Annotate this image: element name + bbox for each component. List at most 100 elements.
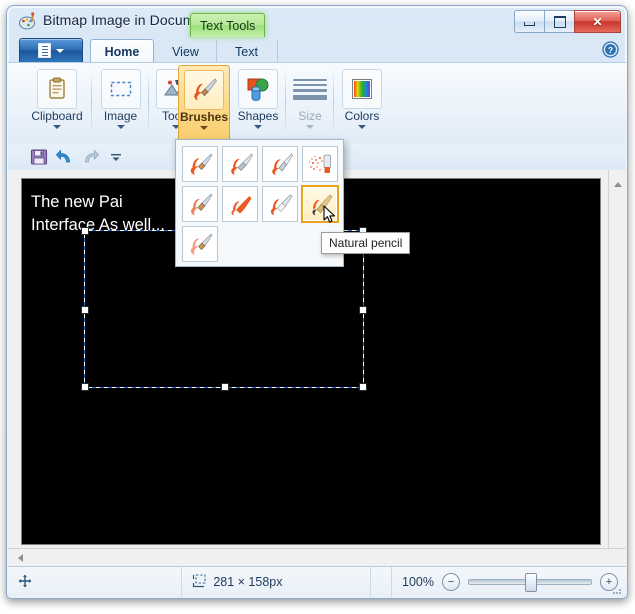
zoom-slider[interactable] <box>468 573 592 592</box>
maximize-button[interactable] <box>544 10 574 33</box>
color-palette-icon <box>352 79 372 99</box>
status-position-cell <box>8 567 183 597</box>
airbrush-glyph <box>308 154 331 173</box>
resize-handle-se[interactable] <box>359 383 367 391</box>
zoom-out-glyph: − <box>447 575 455 588</box>
brushes-chevron-down-icon[interactable] <box>200 126 208 130</box>
oil-brush-glyph <box>191 193 213 215</box>
selection-icon <box>108 76 134 102</box>
paint-window-root: Bitmap Image in Docume... Text Tools ✕ H… <box>0 0 635 614</box>
clipboard-chevron-down-icon[interactable] <box>53 125 61 129</box>
colors-button[interactable] <box>342 69 382 109</box>
resize-handle-w[interactable] <box>81 306 89 314</box>
tab-text-label: Text <box>235 44 258 59</box>
svg-text:?: ? <box>608 45 613 55</box>
size-button[interactable] <box>289 69 331 109</box>
zoom-slider-thumb[interactable] <box>525 573 537 592</box>
size-chevron-down-icon <box>306 125 314 129</box>
clipboard-button[interactable] <box>37 69 77 109</box>
move-cursor-icon <box>18 574 32 591</box>
resize-handle-e[interactable] <box>359 306 367 314</box>
brushes-flyout-panel[interactable] <box>175 139 344 267</box>
chevron-down-icon <box>56 48 64 53</box>
image-size-text: 281 × 158px <box>213 575 283 589</box>
colors-label: Colors <box>344 109 380 123</box>
brush-item-airbrush[interactable] <box>302 146 338 182</box>
image-label: Image <box>103 109 138 123</box>
ribbon-group-clipboard[interactable]: Clipboard <box>22 65 92 141</box>
undo-icon[interactable] <box>55 148 74 166</box>
shapes-chevron-down-icon[interactable] <box>254 125 262 129</box>
help-icon[interactable]: ? <box>602 41 619 58</box>
close-icon: ✕ <box>592 14 603 29</box>
clipboard-label: Clipboard <box>31 109 83 123</box>
zoom-out-button[interactable]: − <box>442 573 460 591</box>
watercolour-brush-glyph <box>190 233 213 255</box>
window-title: Bitmap Image in Docume... <box>43 12 215 28</box>
brush-item-marker[interactable] <box>262 186 298 222</box>
shapes-button[interactable] <box>238 69 278 109</box>
minimize-glyph <box>524 22 535 26</box>
maximize-glyph <box>553 15 566 28</box>
tab-view-label: View <box>172 44 199 59</box>
resize-grip[interactable] <box>611 583 623 595</box>
ribbon-group-image[interactable]: Image <box>92 65 149 141</box>
resize-handle-sw[interactable] <box>81 383 89 391</box>
tab-text[interactable]: Text <box>215 39 278 64</box>
tab-home[interactable]: Home <box>90 39 154 64</box>
paint-palette-icon <box>19 12 38 30</box>
calligraphy-brush-1-glyph <box>231 153 253 175</box>
brush-item-calligraphy-brush-2[interactable] <box>262 146 298 182</box>
image-size-icon <box>192 573 207 591</box>
resize-handle-nw[interactable] <box>81 227 89 235</box>
scroll-left-button[interactable] <box>12 549 29 566</box>
menu-document-icon <box>38 43 51 58</box>
tab-view[interactable]: View <box>154 39 217 64</box>
colors-chevron-down-icon[interactable] <box>358 125 366 129</box>
image-button[interactable] <box>100 69 141 109</box>
tab-home-label: Home <box>104 44 140 59</box>
brush-item-oil-brush[interactable] <box>182 186 218 222</box>
brush-item-watercolour-brush[interactable] <box>182 226 218 262</box>
brushes-label: Brushes <box>179 110 229 124</box>
brushes-button[interactable] <box>184 70 224 110</box>
close-button[interactable]: ✕ <box>574 10 621 33</box>
ribbon-group-shapes[interactable]: Shapes <box>230 65 286 141</box>
brush-tooltip: Natural pencil <box>321 232 411 254</box>
title-bar: Bitmap Image in Docume... Text Tools ✕ <box>7 6 627 37</box>
minimize-button[interactable] <box>514 10 544 33</box>
application-menu-button[interactable] <box>19 38 83 63</box>
chevron-up-icon <box>613 182 622 187</box>
horizontal-scrollbar[interactable] <box>8 548 626 566</box>
redo-icon[interactable] <box>81 148 100 166</box>
resize-handle-s[interactable] <box>221 383 229 391</box>
brush-item-calligraphy-brush-1[interactable] <box>222 146 258 182</box>
ribbon-group-size[interactable]: Size <box>286 65 334 141</box>
status-bar: 281 × 158px 100% − + <box>8 567 626 597</box>
contextual-tab-label: Text Tools <box>200 18 256 33</box>
brush-glyph <box>190 153 213 175</box>
save-icon[interactable] <box>30 148 48 166</box>
image-chevron-down-icon[interactable] <box>116 125 125 129</box>
brush-item-crayon[interactable] <box>222 186 258 222</box>
ribbon-tab-strip: Home View Text ? <box>7 36 627 64</box>
brush-item-brush[interactable] <box>182 146 218 182</box>
calligraphy-brush-2-glyph <box>272 153 293 175</box>
vertical-scrollbar[interactable] <box>608 170 626 566</box>
ribbon-group-colors[interactable]: Colors <box>334 65 390 141</box>
brush-tooltip-text: Natural pencil <box>329 236 403 250</box>
contextual-tab-text-tools[interactable]: Text Tools <box>190 13 266 37</box>
scroll-up-button[interactable] <box>609 176 626 193</box>
clipboard-icon <box>44 76 70 102</box>
canvas-text-line-1: The new Pai <box>31 193 123 211</box>
application-window: Bitmap Image in Docume... Text Tools ✕ H… <box>6 5 628 599</box>
brush-icon <box>191 77 218 103</box>
customize-quick-access-icon[interactable] <box>107 148 125 166</box>
zoom-controls: 100% − + <box>392 567 626 597</box>
ribbon-group-brushes[interactable]: Brushes <box>178 65 230 143</box>
shapes-icon <box>245 76 271 102</box>
window-controls: ✕ <box>514 10 621 33</box>
shapes-label: Shapes <box>237 109 279 123</box>
ribbon: Clipboard Image Tools Brushes Shapes Siz… <box>8 62 626 146</box>
mouse-cursor-icon <box>323 205 336 225</box>
